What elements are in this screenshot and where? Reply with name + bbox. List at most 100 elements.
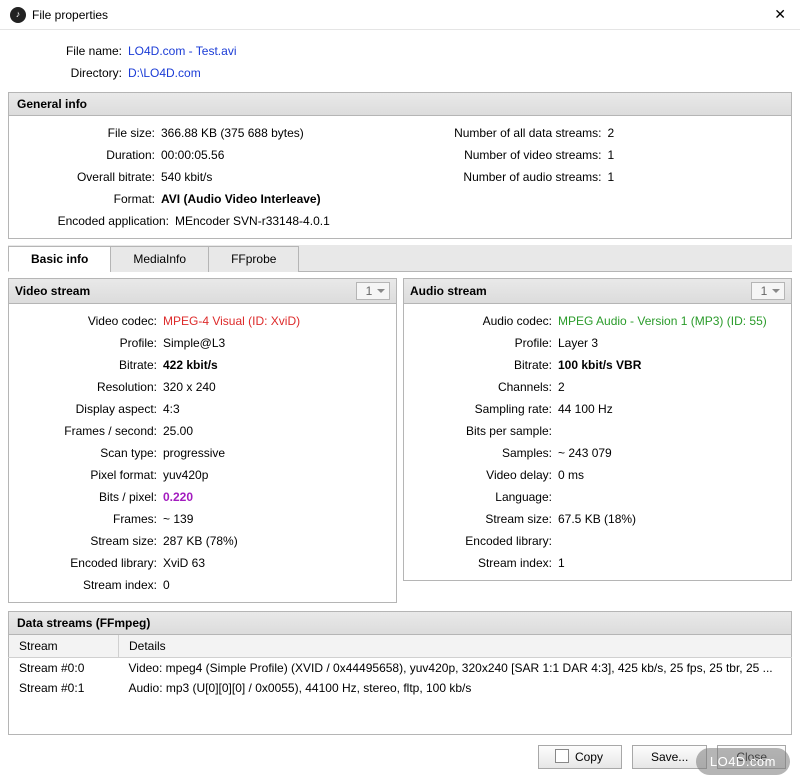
- audio-index-label: Stream index:: [408, 554, 558, 572]
- directory-label: Directory:: [8, 64, 128, 82]
- table-row: [9, 716, 792, 734]
- table-row[interactable]: Stream #0:0 Video: mpeg4 (Simple Profile…: [9, 658, 792, 679]
- video-pixelformat-label: Pixel format:: [13, 466, 163, 484]
- audio-stream-selector[interactable]: 1: [751, 282, 785, 300]
- file-info: File name: LO4D.com - Test.avi Directory…: [8, 36, 792, 92]
- audio-bitrate-value: 100 kbit/s VBR: [558, 356, 641, 374]
- copy-button-label: Copy: [575, 750, 603, 764]
- video-resolution-value: 320 x 240: [163, 378, 216, 396]
- video-enclib-label: Encoded library:: [13, 554, 163, 572]
- format-label: Format:: [13, 190, 161, 208]
- audio-language-label: Language:: [408, 488, 558, 506]
- tab-ffprobe[interactable]: FFprobe: [208, 246, 299, 272]
- overall-bitrate-value: 540 kbit/s: [161, 168, 212, 186]
- video-resolution-label: Resolution:: [13, 378, 163, 396]
- filesize-value: 366.88 KB (375 688 bytes): [161, 124, 304, 142]
- audio-codec-label: Audio codec:: [408, 312, 558, 330]
- video-profile-label: Profile:: [13, 334, 163, 352]
- encoded-app-value: MEncoder SVN-r33148-4.0.1: [175, 212, 330, 230]
- audio-codec-value: MPEG Audio - Version 1 (MP3) (ID: 55): [558, 312, 767, 330]
- col-stream[interactable]: Stream: [9, 635, 119, 658]
- encoded-app-label: Encoded application:: [13, 212, 175, 230]
- save-button-label: Save...: [651, 750, 688, 764]
- audio-bps-label: Bits per sample:: [408, 422, 558, 440]
- num-data-streams-label: Number of all data streams:: [415, 124, 607, 142]
- video-stream-panel: Video stream 1 Video codec:MPEG-4 Visual…: [8, 278, 397, 603]
- stream-details: Audio: mp3 (U[0][0][0] / 0x0055), 44100 …: [119, 678, 792, 698]
- table-row: [9, 698, 792, 716]
- video-scan-label: Scan type:: [13, 444, 163, 462]
- watermark: LO4D.com: [696, 748, 790, 775]
- num-video-streams-label: Number of video streams:: [415, 146, 607, 164]
- general-info-head: General info: [8, 92, 792, 116]
- audio-channels-label: Channels:: [408, 378, 558, 396]
- app-icon: ♪: [10, 7, 26, 23]
- video-index-value: 0: [163, 576, 170, 594]
- video-aspect-value: 4:3: [163, 400, 180, 418]
- video-scan-value: progressive: [163, 444, 225, 462]
- audio-samplingrate-label: Sampling rate:: [408, 400, 558, 418]
- video-index-label: Stream index:: [13, 576, 163, 594]
- video-bpp-value: 0.220: [163, 488, 193, 506]
- data-streams-head: Data streams (FFmpeg): [8, 611, 792, 635]
- tab-mediainfo[interactable]: MediaInfo: [110, 246, 209, 272]
- filesize-label: File size:: [13, 124, 161, 142]
- video-profile-value: Simple@L3: [163, 334, 225, 352]
- audio-samples-label: Samples:: [408, 444, 558, 462]
- video-codec-value: MPEG-4 Visual (ID: XviD): [163, 312, 300, 330]
- duration-value: 00:00:05.56: [161, 146, 224, 164]
- copy-button[interactable]: Copy: [538, 745, 622, 769]
- audio-stream-head: Audio stream: [410, 284, 487, 298]
- video-streamsize-value: 287 KB (78%): [163, 532, 238, 550]
- video-frames-label: Frames:: [13, 510, 163, 528]
- audio-bitrate-label: Bitrate:: [408, 356, 558, 374]
- overall-bitrate-label: Overall bitrate:: [13, 168, 161, 186]
- num-data-streams-value: 2: [607, 124, 614, 142]
- video-codec-label: Video codec:: [13, 312, 163, 330]
- video-bitrate-value: 422 kbit/s: [163, 356, 218, 374]
- data-streams-table: Stream Details Stream #0:0 Video: mpeg4 …: [8, 635, 792, 735]
- format-value: AVI (Audio Video Interleave): [161, 190, 321, 208]
- video-stream-head: Video stream: [15, 284, 90, 298]
- video-enclib-value: XviD 63: [163, 554, 205, 572]
- copy-icon: [557, 751, 569, 763]
- info-tabs: Basic info MediaInfo FFprobe: [8, 245, 792, 272]
- audio-samplingrate-value: 44 100 Hz: [558, 400, 613, 418]
- duration-label: Duration:: [13, 146, 161, 164]
- stream-id: Stream #0:0: [9, 658, 119, 679]
- window-title: File properties: [32, 8, 108, 22]
- video-bpp-label: Bits / pixel:: [13, 488, 163, 506]
- table-row[interactable]: Stream #0:1 Audio: mp3 (U[0][0][0] / 0x0…: [9, 678, 792, 698]
- audio-enclib-label: Encoded library:: [408, 532, 558, 550]
- video-bitrate-label: Bitrate:: [13, 356, 163, 374]
- audio-index-value: 1: [558, 554, 565, 572]
- stream-details: Video: mpeg4 (Simple Profile) (XVID / 0x…: [119, 658, 792, 679]
- button-bar: Copy Save... Close LO4D.com: [8, 735, 792, 775]
- audio-streamsize-value: 67.5 KB (18%): [558, 510, 636, 528]
- audio-profile-value: Layer 3: [558, 334, 598, 352]
- video-frames-value: ~ 139: [163, 510, 193, 528]
- titlebar: ♪ File properties ✕: [0, 0, 800, 30]
- audio-streamsize-label: Stream size:: [408, 510, 558, 528]
- file-name-link[interactable]: LO4D.com - Test.avi: [128, 42, 236, 60]
- video-fps-label: Frames / second:: [13, 422, 163, 440]
- video-fps-value: 25.00: [163, 422, 193, 440]
- tab-basic-info[interactable]: Basic info: [8, 246, 111, 272]
- audio-stream-panel: Audio stream 1 Audio codec:MPEG Audio - …: [403, 278, 792, 603]
- num-audio-streams-label: Number of audio streams:: [415, 168, 607, 186]
- audio-channels-value: 2: [558, 378, 565, 396]
- audio-delay-value: 0 ms: [558, 466, 584, 484]
- num-video-streams-value: 1: [607, 146, 614, 164]
- audio-profile-label: Profile:: [408, 334, 558, 352]
- num-audio-streams-value: 1: [607, 168, 614, 186]
- close-icon[interactable]: ✕: [770, 6, 790, 23]
- general-info-panel: File size:366.88 KB (375 688 bytes) Dura…: [8, 116, 792, 239]
- audio-samples-value: ~ 243 079: [558, 444, 612, 462]
- col-details[interactable]: Details: [119, 635, 792, 658]
- file-name-label: File name:: [8, 42, 128, 60]
- video-streamsize-label: Stream size:: [13, 532, 163, 550]
- directory-link[interactable]: D:\LO4D.com: [128, 64, 201, 82]
- video-aspect-label: Display aspect:: [13, 400, 163, 418]
- video-pixelformat-value: yuv420p: [163, 466, 208, 484]
- video-stream-selector[interactable]: 1: [356, 282, 390, 300]
